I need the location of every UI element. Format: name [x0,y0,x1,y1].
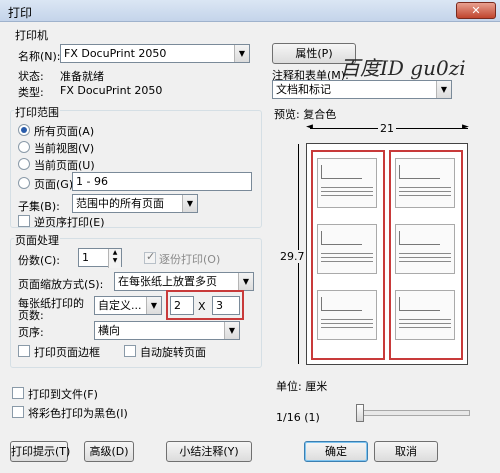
print-border-label[interactable]: 打印页面边框 [34,344,100,360]
page-order-value: 横向 [98,324,120,337]
preview-label: 预览: 复合色 [274,108,337,121]
chevron-down-icon: ▼ [224,322,239,339]
columns-input[interactable]: 2 [170,296,194,315]
thumbnail [317,290,377,340]
printer-name-select[interactable]: FX DocuPrint 2050 ▼ [60,44,250,63]
height-value: 29.7 [280,250,305,263]
print-range-label: 打印范围 [14,104,60,120]
type-value: FX DocuPrint 2050 [60,84,163,97]
printer-group-label: 打印机 [14,27,49,43]
summarize-comments-button[interactable]: 小结注释(Y) [166,441,252,462]
preview-page-right [389,150,463,360]
thumbnail [395,158,455,208]
subset-label: 子集(B): [18,200,60,213]
collate-label[interactable]: 逐份打印(O) [159,251,220,267]
width-arrow-left: ◄ [306,122,313,132]
width-arrow-right: ► [462,122,469,132]
subset-value: 范围中的所有页面 [76,197,164,210]
grayscale-checkbox[interactable] [12,406,24,418]
auto-rotate-checkbox[interactable] [124,345,136,357]
chevron-down-icon: ▼ [436,81,451,98]
collate-checkbox[interactable] [144,250,156,264]
current-page-radio[interactable] [18,158,30,170]
page-order-label: 页序: [18,326,44,339]
advanced-button[interactable]: 高级(D) [84,441,134,462]
page-slider-track[interactable] [356,410,470,416]
thumbnail [395,224,455,274]
cancel-button[interactable]: 取消 [374,441,438,462]
chevron-down-icon: ▼ [182,195,197,212]
page-order-select[interactable]: 横向 ▼ [94,321,240,340]
type-label: 类型: [18,86,44,99]
print-to-file-label[interactable]: 打印到文件(F) [28,386,98,402]
pages-per-sheet-select[interactable]: 自定义... ▼ [94,296,162,315]
current-view-label[interactable]: 当前视图(V) [34,140,94,156]
width-value: 21 [378,122,396,135]
print-to-file-checkbox[interactable] [12,387,24,399]
watermark-text: 百度ID gu0zi [340,56,466,80]
pages-per-sheet-label: 每张纸打印的页数: [18,297,84,322]
all-pages-label[interactable]: 所有页面(A) [34,123,94,139]
ok-button[interactable]: 确定 [304,441,368,462]
subset-select[interactable]: 范围中的所有页面 ▼ [72,194,198,213]
copies-input[interactable]: 1 ▲ ▼ [78,248,122,268]
window-title: 打印 [8,6,33,20]
rows-input[interactable]: 3 [212,296,240,315]
pages-range-input[interactable]: 1 - 96 [72,172,252,191]
preview-page-left [311,150,385,360]
status-label: 状态: [18,70,44,83]
current-view-radio[interactable] [18,141,30,153]
pages-per-sheet-value: 自定义... [98,299,142,312]
print-border-checkbox[interactable] [18,345,30,357]
reverse-order-checkbox[interactable] [18,215,30,227]
pages-radio[interactable] [18,177,30,189]
pages-label[interactable]: 页面(G) [34,176,73,192]
close-button[interactable]: ✕ [456,2,496,19]
times-sign: X [198,300,206,313]
title-bar: 打印 ✕ [0,0,500,22]
printer-name-label: 名称(N): [18,50,61,63]
scaling-label: 页面缩放方式(S): [18,278,104,291]
comments-forms-select[interactable]: 文档和标记 ▼ [272,80,452,99]
chevron-down-icon: ▼ [146,297,161,314]
unit-label: 单位: 厘米 [276,380,328,393]
scaling-select[interactable]: 在每张纸上放置多页 ▼ [114,272,254,291]
copies-label: 份数(C): [18,254,60,267]
page-indicator: 1/16 (1) [276,411,320,424]
page-handling-label: 页面处理 [14,232,60,248]
page-slider-thumb[interactable] [356,404,364,422]
auto-rotate-label[interactable]: 自动旋转页面 [140,344,206,360]
copies-stepper[interactable]: ▲ ▼ [108,249,121,268]
chevron-down-icon: ▼ [238,273,253,290]
preview-paper [306,143,468,365]
chevron-down-icon: ▼ [234,45,249,62]
thumbnail [395,290,455,340]
status-value: 准备就绪 [60,70,104,83]
reverse-order-label[interactable]: 逆页序打印(E) [34,214,105,230]
scaling-value: 在每张纸上放置多页 [118,275,217,288]
comments-forms-value: 文档和标记 [276,83,331,96]
grayscale-label[interactable]: 将彩色打印为黑色(I) [28,405,128,421]
print-tips-button[interactable]: 打印提示(T) [10,441,70,462]
all-pages-radio[interactable] [18,124,30,136]
current-page-label[interactable]: 当前页面(U) [34,157,95,173]
thumbnail [317,224,377,274]
printer-name-value: FX DocuPrint 2050 [64,47,167,60]
copies-value: 1 [82,251,89,264]
thumbnail [317,158,377,208]
